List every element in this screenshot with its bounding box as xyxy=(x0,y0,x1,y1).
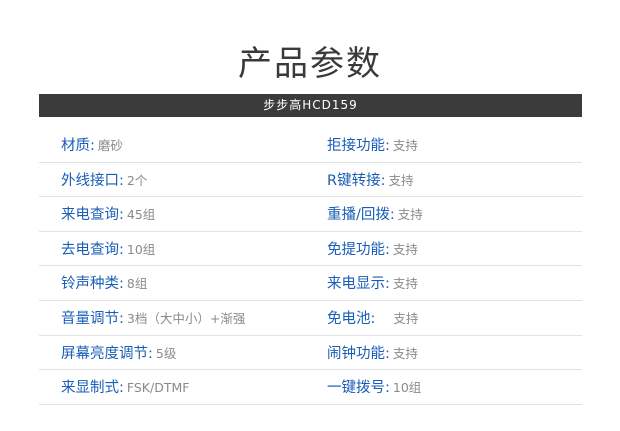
spec-item: 免提功能: 支持 xyxy=(327,232,418,266)
spec-label: R键转接: xyxy=(327,172,386,189)
spec-label: 来显制式: xyxy=(61,380,124,397)
spec-value: 45组 xyxy=(126,207,156,223)
spec-label: 闹钟功能: xyxy=(327,345,390,362)
spec-label: 重播/回拨: xyxy=(327,207,395,224)
spec-item: 材质: 磨砂 xyxy=(61,128,123,162)
spec-label: 免电池: xyxy=(327,310,376,327)
spec-value: 8组 xyxy=(126,276,148,292)
model-banner: 步步高HCD159 xyxy=(39,94,582,117)
spec-label: 来电查询: xyxy=(61,207,124,224)
spec-row: 铃声种类: 8组 来电显示: 支持 xyxy=(39,266,582,301)
spec-label: 铃声种类: xyxy=(61,276,124,293)
spec-value: 磨砂 xyxy=(97,138,123,153)
spec-value: FSK/DTMF xyxy=(126,380,190,396)
spec-row: 去电查询: 10组 免提功能: 支持 xyxy=(39,232,582,267)
spec-label: 材质: xyxy=(61,138,95,154)
spec-item: 来显制式: FSK/DTMF xyxy=(61,370,189,404)
spec-item: 拒接功能: 支持 xyxy=(327,128,418,162)
spec-value: 支持 xyxy=(388,172,414,188)
spec-label: 一键拨号: xyxy=(327,380,390,397)
spec-item: 免电池: 支持 xyxy=(327,301,418,335)
spec-value: 支持 xyxy=(392,138,418,153)
spec-row: 来显制式: FSK/DTMF 一键拨号: 10组 xyxy=(39,370,582,405)
spec-item: 铃声种类: 8组 xyxy=(61,266,147,300)
spec-value: 3档（大中小）+渐强 xyxy=(126,310,246,326)
spec-value: 支持 xyxy=(393,310,419,326)
spec-item: 音量调节: 3档（大中小）+渐强 xyxy=(61,301,245,335)
spec-row: 材质: 磨砂 拒接功能: 支持 xyxy=(39,128,582,163)
spec-label: 外线接口: xyxy=(61,172,124,189)
spec-table: 材质: 磨砂 拒接功能: 支持 外线接口: 2个 R键转接: 支持 来电查询: 45组 重… xyxy=(39,128,582,405)
spec-item: 外线接口: 2个 xyxy=(61,163,147,197)
spec-value: 支持 xyxy=(392,241,418,257)
spec-value: 10组 xyxy=(126,241,156,257)
spec-label: 音量调节: xyxy=(61,310,124,327)
spec-value: 5级 xyxy=(155,345,177,361)
spec-value: 2个 xyxy=(126,172,148,188)
spec-value: 10组 xyxy=(392,380,422,396)
spec-row: 音量调节: 3档（大中小）+渐强 免电池: 支持 xyxy=(39,301,582,336)
spec-item: 来电显示: 支持 xyxy=(327,266,418,300)
spec-label: 免提功能: xyxy=(327,241,390,258)
page-title: 产品参数 xyxy=(238,44,382,84)
spec-label: 屏幕亮度调节: xyxy=(61,345,153,362)
spec-item: 去电查询: 10组 xyxy=(61,232,155,266)
spec-value: 支持 xyxy=(392,276,418,292)
spec-label: 拒接功能: xyxy=(327,138,390,154)
spec-row: 外线接口: 2个 R键转接: 支持 xyxy=(39,163,582,198)
spec-item: R键转接: 支持 xyxy=(327,163,413,197)
spec-row: 来电查询: 45组 重播/回拨: 支持 xyxy=(39,197,582,232)
spec-item: 屏幕亮度调节: 5级 xyxy=(61,336,176,370)
spec-label: 来电显示: xyxy=(327,276,390,293)
spec-row: 屏幕亮度调节: 5级 闹钟功能: 支持 xyxy=(39,336,582,371)
spec-label: 去电查询: xyxy=(61,241,124,258)
spec-item: 来电查询: 45组 xyxy=(61,197,155,231)
spec-item: 闹钟功能: 支持 xyxy=(327,336,418,370)
spec-item: 一键拨号: 10组 xyxy=(327,370,421,404)
spec-item: 重播/回拨: 支持 xyxy=(327,197,423,231)
spec-value: 支持 xyxy=(397,207,423,223)
spec-value: 支持 xyxy=(392,345,418,361)
